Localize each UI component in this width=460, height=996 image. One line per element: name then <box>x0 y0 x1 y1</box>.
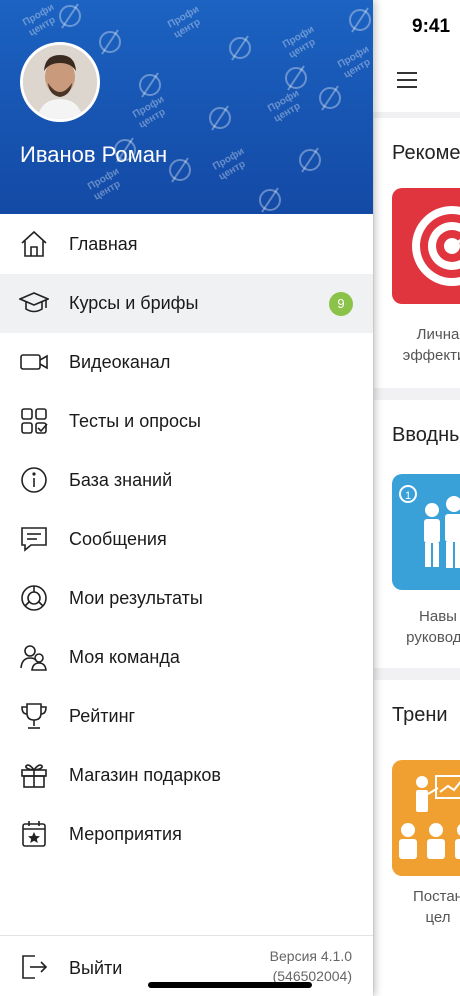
menu-item-gift-shop[interactable]: Магазин подарков <box>0 746 373 805</box>
menu-item-video-channel[interactable]: Видеоканал <box>0 333 373 392</box>
gift-icon <box>19 760 49 790</box>
tests-grid-icon <box>19 406 49 436</box>
section-title: Трени <box>392 704 448 726</box>
svg-text:1: 1 <box>405 490 411 502</box>
menu-label: Видеоканал <box>69 352 171 372</box>
courses-count-badge: 9 <box>329 292 353 316</box>
menu-label: Мои результаты <box>69 588 203 608</box>
home-icon <box>19 229 49 259</box>
menu-label: Курсы и брифы <box>69 293 199 313</box>
graduation-cap-icon <box>17 288 51 318</box>
course-card-image[interactable] <box>392 188 460 304</box>
info-icon <box>19 465 49 495</box>
section-intro: Вводны 1 Навы руководи <box>374 400 460 668</box>
logout-button[interactable]: Выйти <box>69 958 122 979</box>
menu-label: Тесты и опросы <box>69 411 201 431</box>
menu-label: Мероприятия <box>69 824 182 844</box>
drawer-menu: Главная Курсы и брифы 9 Видеоканал Тесты… <box>0 215 373 864</box>
drawer-header: Профи центр Профи центр Профи центр Проф… <box>0 0 373 214</box>
card-caption: Постан цел <box>413 888 460 926</box>
menu-item-rating[interactable]: Рейтинг <box>0 687 373 746</box>
menu-label: Рейтинг <box>69 706 136 726</box>
logout-icon[interactable] <box>19 952 49 982</box>
menu-item-courses[interactable]: Курсы и брифы 9 <box>0 274 373 333</box>
menu-item-messages[interactable]: Сообщения <box>0 510 373 569</box>
section-title: Вводны <box>392 424 460 446</box>
section-title: Рекоме <box>392 142 460 164</box>
menu-item-home[interactable]: Главная <box>0 215 373 274</box>
avatar[interactable] <box>20 42 100 122</box>
hamburger-menu-icon[interactable] <box>397 72 417 88</box>
menu-item-knowledge-base[interactable]: База знаний <box>0 451 373 510</box>
status-time: 9:41 <box>412 16 451 37</box>
message-icon <box>19 524 49 554</box>
navigation-drawer: Профи центр Профи центр Профи центр Проф… <box>0 0 373 996</box>
menu-item-tests[interactable]: Тесты и опросы <box>0 392 373 451</box>
calendar-star-icon <box>19 819 49 849</box>
card-caption: Навы руководи <box>406 608 460 646</box>
trophy-icon <box>19 701 49 731</box>
menu-label: Главная <box>69 234 138 254</box>
card-caption: Лична эффектив <box>402 326 460 364</box>
user-name: Иванов Роман <box>20 142 168 167</box>
course-card-image[interactable] <box>392 760 460 876</box>
section-trainings: Трени Постан цел <box>374 680 460 996</box>
menu-label: Моя команда <box>69 647 180 667</box>
menu-label: База знаний <box>69 470 173 490</box>
app-version: Версия 4.1.0 (546502004) <box>270 946 352 986</box>
results-chart-icon <box>19 583 49 613</box>
menu-item-my-team[interactable]: Моя команда <box>0 628 373 687</box>
menu-label: Магазин подарков <box>69 765 221 785</box>
video-camera-icon <box>19 347 49 377</box>
course-card-image[interactable]: 1 <box>392 474 460 590</box>
team-icon <box>19 642 49 672</box>
menu-item-my-results[interactable]: Мои результаты <box>0 569 373 628</box>
menu-item-events[interactable]: Мероприятия <box>0 805 373 864</box>
version-number: Версия 4.1.0 <box>269 948 352 964</box>
section-recommended: Рекоме Лична эффектив <box>374 118 460 388</box>
home-indicator <box>148 982 312 988</box>
menu-label: Сообщения <box>69 529 167 549</box>
